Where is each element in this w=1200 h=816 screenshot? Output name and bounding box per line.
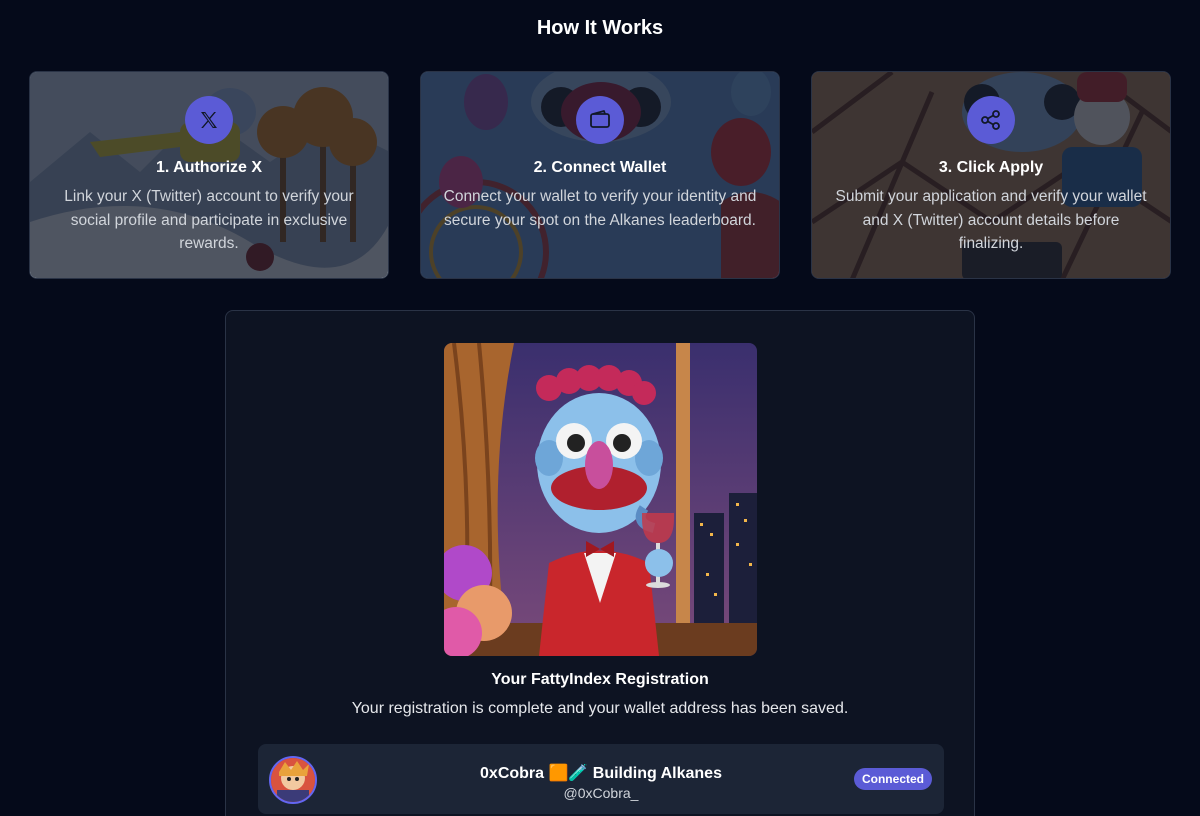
- how-it-works-page: How It Works 1. Authorize X Link your X …: [0, 0, 1200, 816]
- share-icon: [967, 96, 1015, 144]
- step-card-authorize-x: 1. Authorize X Link your X (Twitter) acc…: [29, 71, 389, 279]
- section-title: How It Works: [536, 17, 664, 39]
- connected-status-badge: Connected: [853, 768, 932, 790]
- step-card-click-apply: 3. Click Apply Submit your application a…: [811, 71, 1171, 279]
- account-display-name: 0xCobra 🟧🧪 Building Alkanes: [480, 765, 722, 782]
- step-description: Link your X (Twitter) account to verify …: [64, 188, 354, 252]
- step-title: 2. Connect Wallet: [533, 159, 667, 176]
- step-description: Connect your wallet to verify your ident…: [443, 188, 757, 229]
- account-handle: @0xCobra_: [563, 785, 639, 801]
- step-title: 3. Click Apply: [938, 159, 1044, 176]
- step-title: 1. Authorize X: [155, 159, 263, 176]
- connected-account-row: 0xCobra 🟧🧪 Building Alkanes @0xCobra_ Co…: [258, 744, 944, 814]
- registration-panel: Your FattyIndex Registration Your regist…: [225, 310, 975, 816]
- nft-image: [444, 343, 757, 656]
- registration-title: Your FattyIndex Registration: [491, 671, 709, 688]
- wallet-icon: [576, 96, 624, 144]
- registration-description: Your registration is complete and your w…: [351, 700, 849, 717]
- step-description: Submit your application and verify your …: [835, 188, 1147, 252]
- x-logo-icon: [185, 96, 233, 144]
- step-card-connect-wallet: 2. Connect Wallet Connect your wallet to…: [420, 71, 780, 279]
